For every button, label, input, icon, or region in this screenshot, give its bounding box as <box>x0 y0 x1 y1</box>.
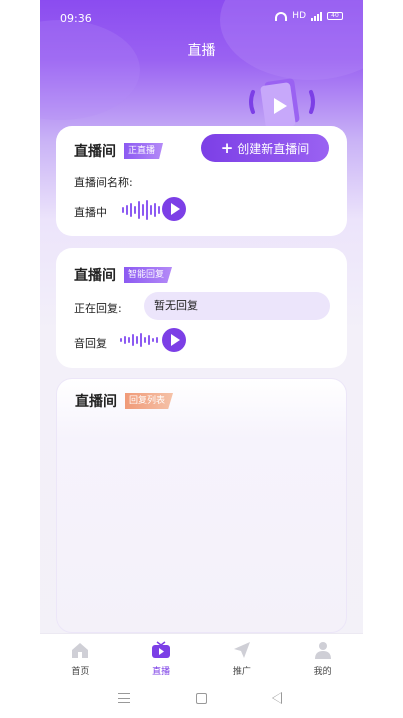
create-live-room-button[interactable]: + 创建新直播间 <box>201 134 329 162</box>
card-title: 直播间 <box>74 268 116 284</box>
signal-icon <box>311 11 322 21</box>
card-title: 直播间 <box>74 144 116 160</box>
tab-label: 直播 <box>152 667 171 677</box>
home-square-icon[interactable] <box>196 693 207 704</box>
card-title: 直播间 <box>75 394 117 410</box>
tv-icon <box>152 641 171 658</box>
plus-icon: + <box>220 139 234 157</box>
status-icons: HD 40 <box>275 11 343 21</box>
live-status-tag: 正直播 <box>124 143 164 159</box>
replying-label: 正在回复: <box>74 302 122 315</box>
paper-plane-icon <box>233 642 250 658</box>
user-icon <box>314 642 331 659</box>
room-name-label: 直播间名称: <box>74 176 133 189</box>
reply-field[interactable]: 暂无回复 <box>144 292 330 320</box>
video-illustration-icon <box>249 78 315 130</box>
status-bar: 09:36 HD 40 <box>40 0 363 36</box>
play-button[interactable] <box>162 197 186 221</box>
smart-reply-card: 直播间 智能回复 正在回复: 暂无回复 音回复 <box>56 248 347 368</box>
screen: 09:36 HD 40 直播 直播间 正直播 + 创建新直播间 直播间名称: 直… <box>0 0 403 718</box>
tab-live[interactable]: 直播 <box>121 634 202 681</box>
reply-list-card: 直播间 回复列表 <box>56 378 347 633</box>
back-icon[interactable] <box>272 692 282 704</box>
battery-icon: 40 <box>327 12 343 20</box>
reply-list-tag: 回复列表 <box>125 393 174 409</box>
tab-profile[interactable]: 我的 <box>282 634 363 681</box>
bottom-tab-bar: 首页 直播 推广 我的 <box>40 633 363 681</box>
live-room-card: 直播间 正直播 + 创建新直播间 直播间名称: 直播中 <box>56 126 347 236</box>
smart-reply-tag: 智能回复 <box>124 267 173 283</box>
menu-icon[interactable] <box>118 693 130 703</box>
wifi-icon <box>275 11 288 21</box>
tab-home[interactable]: 首页 <box>40 634 121 681</box>
play-button[interactable] <box>162 328 186 352</box>
waveform-icon <box>120 333 158 347</box>
app-window: 09:36 HD 40 直播 直播间 正直播 + 创建新直播间 直播间名称: 直… <box>40 0 363 718</box>
status-time: 09:36 <box>60 12 92 25</box>
page-title: 直播 <box>187 43 216 59</box>
network-label: HD <box>292 11 306 21</box>
tab-label: 首页 <box>71 667 90 677</box>
system-navigation-bar <box>40 681 363 718</box>
home-icon <box>72 643 89 658</box>
waveform-icon <box>122 200 160 220</box>
tab-label: 推广 <box>232 667 251 677</box>
create-button-label: 创建新直播间 <box>237 141 310 156</box>
audio-reply-label: 音回复 <box>74 337 107 350</box>
tab-promote[interactable]: 推广 <box>202 634 283 681</box>
live-label: 直播中 <box>74 206 107 219</box>
tab-label: 我的 <box>313 667 332 677</box>
